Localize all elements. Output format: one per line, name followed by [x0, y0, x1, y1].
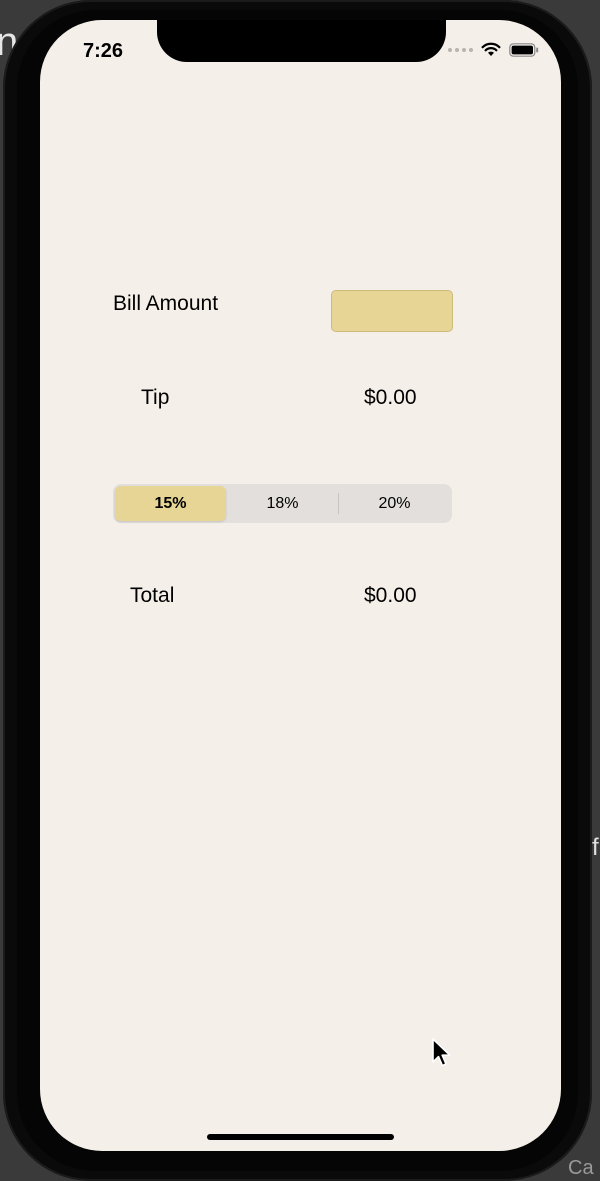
- status-bar-icons: [448, 42, 539, 57]
- device-notch: [157, 20, 446, 62]
- bill-amount-input[interactable]: [331, 290, 453, 332]
- battery-icon: [509, 42, 539, 57]
- status-bar-time: 7:26: [83, 40, 124, 62]
- tip-percentage-selector[interactable]: 15% 18% 20%: [113, 484, 452, 523]
- tip-option-20[interactable]: 20%: [339, 486, 450, 521]
- cellular-signal-icon: [448, 47, 473, 52]
- tip-label: Tip: [141, 386, 170, 409]
- background-window-text-fragment: f: [592, 834, 599, 861]
- simulator-device-frame: 7:26 Bill Amount Tip $0.00 15% 18% 20% T…: [3, 0, 592, 1181]
- wifi-icon: [481, 42, 501, 57]
- tip-option-18[interactable]: 18%: [227, 486, 338, 521]
- app-screen: 7:26 Bill Amount Tip $0.00 15% 18% 20% T…: [40, 20, 561, 1151]
- tip-amount-value: $0.00: [364, 386, 417, 409]
- home-indicator[interactable]: [207, 1134, 394, 1140]
- total-label: Total: [130, 584, 175, 607]
- bill-amount-label: Bill Amount: [113, 292, 219, 315]
- total-amount-value: $0.00: [364, 584, 417, 607]
- mouse-pointer-icon: [432, 1038, 452, 1073]
- tip-option-15[interactable]: 15%: [115, 486, 226, 521]
- background-window-text-fragment: Ca: [568, 1157, 594, 1179]
